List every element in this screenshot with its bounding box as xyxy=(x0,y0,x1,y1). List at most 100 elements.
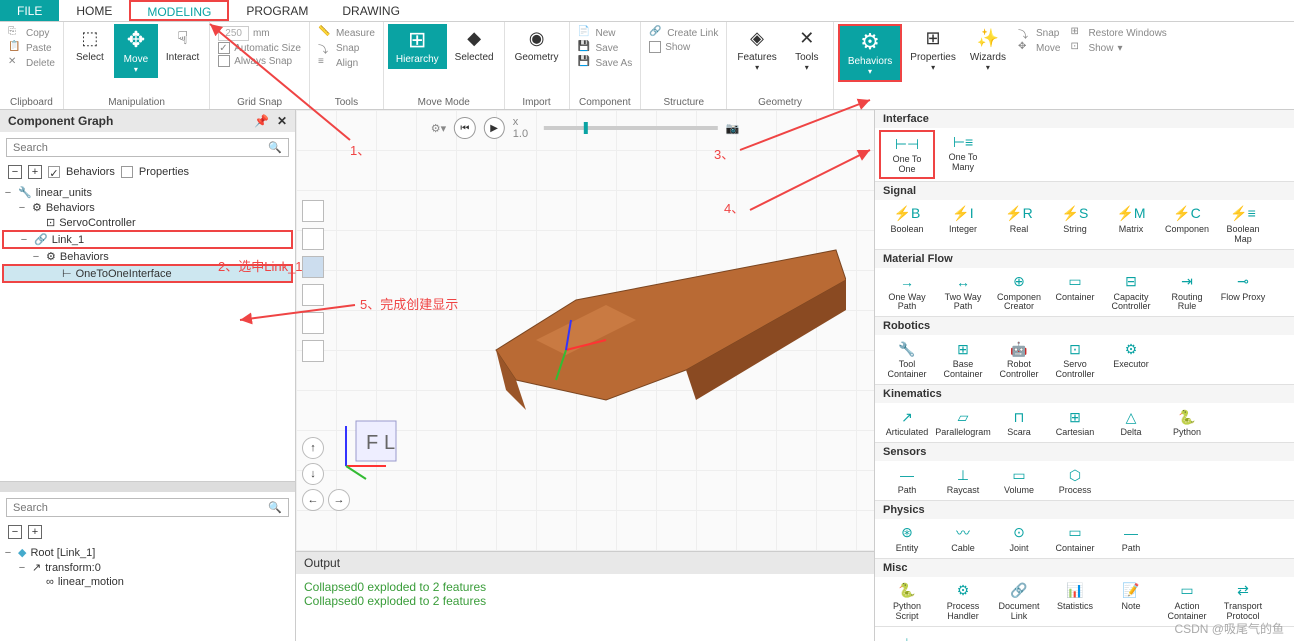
grid-button[interactable]: ⬡Process xyxy=(1047,463,1103,498)
rewind-button[interactable]: ⏮ xyxy=(454,117,475,139)
grid-button[interactable]: 🔧Tool Container xyxy=(879,337,935,382)
hierarchy-button[interactable]: ⊞Hierarchy xyxy=(388,24,447,69)
wizards-button[interactable]: ✨Wizards▾ xyxy=(964,24,1012,74)
tree2-motion[interactable]: ∞linear_motion xyxy=(2,575,293,589)
paste-button[interactable]: 📋Paste xyxy=(8,41,55,55)
nav-up[interactable]: ↑ xyxy=(302,437,324,459)
behaviors-check[interactable]: ✓ xyxy=(48,166,60,178)
grid-button[interactable]: ⚡BBoolean xyxy=(879,202,935,247)
grid-button[interactable]: ⊡Servo Controller xyxy=(1047,337,1103,382)
interact-button[interactable]: ☟Interact xyxy=(160,24,205,65)
scrollbar[interactable] xyxy=(0,482,295,492)
showmenu-button[interactable]: ⊡Show ▾ xyxy=(1070,41,1166,55)
saveas-button[interactable]: 💾Save As xyxy=(578,56,633,70)
snap-button[interactable]: ⤵Snap xyxy=(318,41,375,55)
grid-button[interactable]: ⊛Entity xyxy=(879,521,935,556)
behaviors-button[interactable]: ⚙Behaviors▾ xyxy=(838,24,902,82)
viewport-3d[interactable]: ⚙▾ ⏮ ▶ x 1.0 📷 F L xyxy=(296,110,874,641)
search-input[interactable] xyxy=(13,142,268,154)
grid-button[interactable]: ⚡≡Boolean Map xyxy=(1215,202,1271,247)
grid-button[interactable]: ▭Container xyxy=(1047,521,1103,556)
grid-button[interactable]: ⚡RReal xyxy=(991,202,1047,247)
grid-button[interactable]: ⚡MMatrix xyxy=(1103,202,1159,247)
one-to-one-button[interactable]: ⊢⊣One To One xyxy=(879,130,935,179)
collapse-button[interactable]: − xyxy=(8,525,22,539)
search-icon[interactable]: 🔍 xyxy=(268,141,282,154)
grid-button[interactable]: ⊥Raycast xyxy=(935,463,991,498)
play-button[interactable]: ▶ xyxy=(483,117,504,139)
grid-button[interactable]: ⚙Process Handler xyxy=(935,579,991,624)
expand-button[interactable]: + xyxy=(28,525,42,539)
copy-button[interactable]: ⎘Copy xyxy=(8,26,55,40)
tree-root[interactable]: −🔧linear_units xyxy=(2,185,293,200)
grid-button[interactable]: ⊕Componen Creator xyxy=(991,270,1047,315)
geometry-button[interactable]: ◉Geometry xyxy=(509,24,565,65)
speed-slider[interactable] xyxy=(544,126,718,130)
grid-button[interactable]: ▭Action Container xyxy=(1159,579,1215,624)
move2-button[interactable]: ✥Move xyxy=(1018,41,1060,55)
search-box[interactable]: 🔍 xyxy=(6,138,289,157)
expand-button[interactable]: + xyxy=(28,165,42,179)
search-icon[interactable]: 🔍 xyxy=(268,501,282,514)
snap2-button[interactable]: ⤵Snap xyxy=(1018,26,1060,40)
nav-right[interactable]: → xyxy=(328,489,350,511)
tree-behaviors[interactable]: −⚙Behaviors xyxy=(2,200,293,215)
tab-drawing[interactable]: DRAWING xyxy=(325,0,417,21)
delete-button[interactable]: ✕Delete xyxy=(8,56,55,70)
tab-modeling[interactable]: MODELING xyxy=(129,0,229,21)
view-btn-3[interactable] xyxy=(302,256,324,278)
tree2-transform[interactable]: −↗transform:0 xyxy=(2,560,293,575)
grid-button[interactable]: ⚡IInteger xyxy=(935,202,991,247)
alwayssnap-check[interactable]: Always Snap xyxy=(218,55,301,67)
tree2-root[interactable]: −◆Root [Link_1] xyxy=(2,545,293,560)
view-btn-5[interactable] xyxy=(302,312,324,334)
search-input-2[interactable] xyxy=(13,502,268,514)
nav-down[interactable]: ↓ xyxy=(302,463,324,485)
search-box-2[interactable]: 🔍 xyxy=(6,498,289,517)
tree-link1[interactable]: −🔗Link_1 xyxy=(2,230,293,249)
grid-button[interactable]: 〰Cable xyxy=(935,521,991,556)
one-to-many-button[interactable]: ⊢≡One To Many xyxy=(935,130,991,179)
grid-button[interactable]: 🔗Document Link xyxy=(991,579,1047,624)
view-btn-6[interactable] xyxy=(302,340,324,362)
selected-button[interactable]: ◆Selected xyxy=(449,24,500,65)
settings-icon[interactable]: ⚙▾ xyxy=(431,122,446,135)
grid-button[interactable]: ▱Parallelogram xyxy=(935,405,991,440)
grid-button[interactable]: ⊸Flow Proxy xyxy=(1215,270,1271,315)
autosize-check[interactable]: ✓Automatic Size xyxy=(218,42,301,54)
grid-button[interactable]: △Delta xyxy=(1103,405,1159,440)
grid-button[interactable]: ⊙Joint xyxy=(991,521,1047,556)
grid-button[interactable]: —Path xyxy=(1103,521,1159,556)
grid-button[interactable]: 🐍Python Script xyxy=(879,579,935,624)
close-icon[interactable]: ✕ xyxy=(277,114,287,128)
select-button[interactable]: ⬚Select xyxy=(68,24,112,65)
grid-button[interactable]: ▭Volume xyxy=(991,463,1047,498)
grid-button[interactable]: —Path xyxy=(879,463,935,498)
properties-button[interactable]: ⊞Properties▾ xyxy=(904,24,962,74)
joginfo-button[interactable]: ↓Jog Info xyxy=(879,629,935,641)
tree-behaviors2[interactable]: −⚙Behaviors xyxy=(2,249,293,264)
save-button[interactable]: 💾Save xyxy=(578,41,633,55)
properties-check[interactable] xyxy=(121,166,133,178)
collapse-button[interactable]: − xyxy=(8,165,22,179)
view-btn-4[interactable] xyxy=(302,284,324,306)
tab-program[interactable]: PROGRAM xyxy=(229,0,325,21)
grid-button[interactable]: ⚡CComponen xyxy=(1159,202,1215,247)
grid-button[interactable]: ⚙Executor xyxy=(1103,337,1159,382)
tree-servo[interactable]: ⊡ServoController xyxy=(2,215,293,230)
grid-button[interactable]: ⇄Transport Protocol xyxy=(1215,579,1271,624)
show-button[interactable]: Show xyxy=(649,41,718,53)
features-button[interactable]: ◈Features▾ xyxy=(731,24,782,74)
view-btn-1[interactable] xyxy=(302,200,324,222)
geotools-button[interactable]: ✕Tools▾ xyxy=(785,24,829,74)
grid-button[interactable]: ⚡SString xyxy=(1047,202,1103,247)
createlink-button[interactable]: 🔗Create Link xyxy=(649,26,718,40)
grid-button[interactable]: 📝Note xyxy=(1103,579,1159,624)
view-btn-2[interactable] xyxy=(302,228,324,250)
nav-left[interactable]: ← xyxy=(302,489,324,511)
grid-button[interactable]: ↗Articulated xyxy=(879,405,935,440)
grid-button[interactable]: ⊞Cartesian xyxy=(1047,405,1103,440)
move-button[interactable]: ✥Move▾ xyxy=(114,24,158,78)
tree-interface[interactable]: ⊢OneToOneInterface xyxy=(2,264,293,283)
measure-button[interactable]: 📏Measure xyxy=(318,26,375,40)
